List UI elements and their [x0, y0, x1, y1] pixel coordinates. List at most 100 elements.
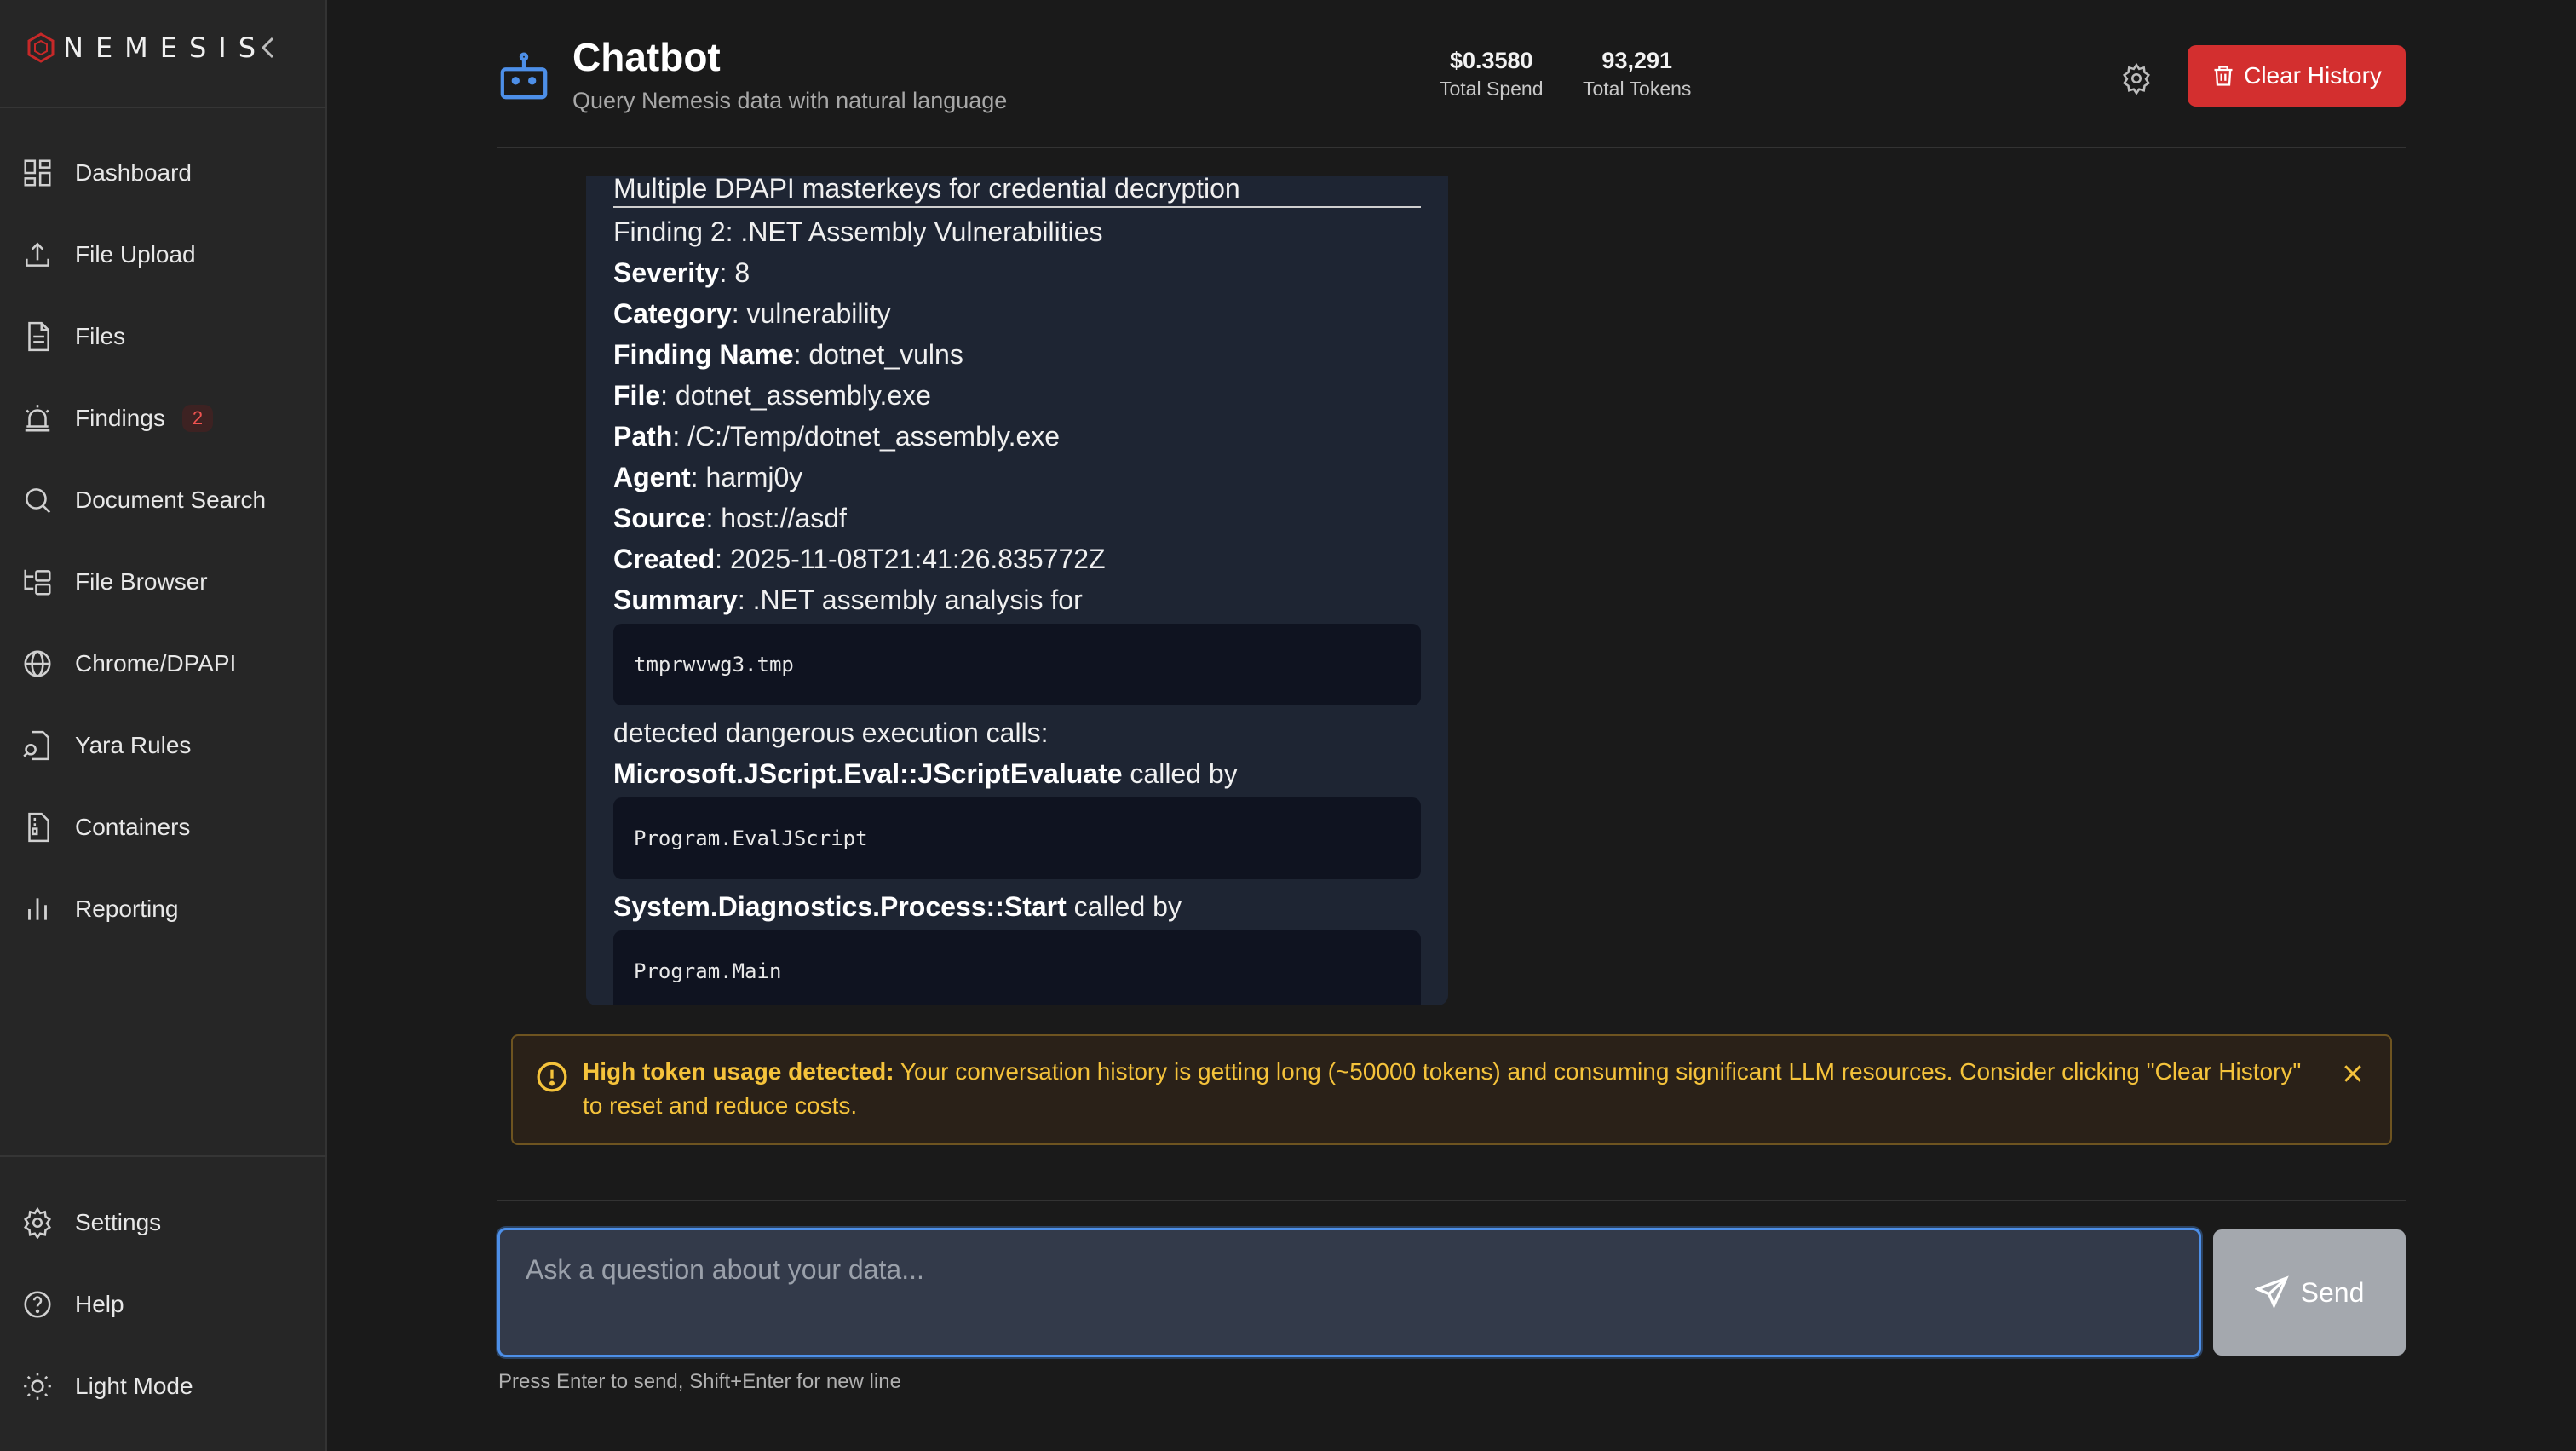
file-icon [20, 320, 55, 354]
sidebar-item-chrome-dpapi[interactable]: Chrome/DPAPI [0, 623, 327, 705]
field-finding-name: Finding Name: dotnet_vulns [613, 334, 1421, 375]
sidebar-item-label: Document Search [75, 487, 267, 513]
sidebar-item-file-browser[interactable]: File Browser [0, 541, 327, 623]
sidebar-item-label: File Upload [75, 241, 196, 268]
code-block: tmprwvwg3.tmp [613, 624, 1421, 705]
sidebar-item-dashboard[interactable]: Dashboard [0, 132, 327, 214]
chat-settings-button[interactable] [2116, 58, 2157, 99]
sidebar-item-label: Containers [75, 814, 191, 840]
warning-text: High token usage detected: Your conversa… [583, 1055, 2303, 1123]
total-spend-value: $0.3580 [1449, 48, 1533, 73]
file-archive-icon [20, 810, 55, 844]
send-button[interactable]: Send [2213, 1229, 2406, 1356]
brand-logo[interactable]: NEMESIS [24, 26, 279, 70]
field-key: Category [613, 298, 732, 329]
send-icon [2254, 1275, 2289, 1310]
sidebar-item-findings[interactable]: Findings 2 [0, 377, 327, 459]
globe-icon [20, 647, 55, 681]
sidebar-item-light-mode[interactable]: Light Mode [0, 1345, 327, 1427]
field-key: Agent [613, 462, 691, 492]
field-file: File: dotnet_assembly.exe [613, 375, 1421, 416]
findings-count-badge: 2 [181, 405, 214, 432]
close-icon [2344, 1065, 2361, 1082]
field-key: Source [613, 503, 706, 533]
chat-input[interactable] [497, 1228, 2201, 1357]
input-hint: Press Enter to send, Shift+Enter for new… [498, 1370, 901, 1393]
field-severity: Severity: 8 [613, 252, 1421, 293]
field-value: : harmj0y [690, 462, 803, 492]
sidebar-item-yara-rules[interactable]: Yara Rules [0, 705, 327, 786]
app-root: NEMESIS Dashboard File Upload Files Find… [0, 0, 2576, 1451]
sidebar-divider [0, 107, 327, 108]
field-key: Severity [613, 257, 720, 288]
field-value: : vulnerability [731, 298, 891, 329]
brand-name: NEMESIS [63, 32, 268, 64]
field-path: Path: /C:/Temp/dotnet_assembly.exe [613, 416, 1421, 457]
sidebar-item-help[interactable]: Help [0, 1264, 327, 1345]
sidebar-item-label: Chrome/DPAPI [75, 650, 237, 677]
dangerous-call: System.Diagnostics.Process::Start called… [613, 886, 1421, 927]
upload-icon [20, 238, 55, 272]
search-icon [20, 483, 55, 517]
call-suffix: called by [1122, 758, 1238, 789]
page-title: Chatbot [572, 35, 721, 79]
total-tokens-value: 93,291 [1601, 48, 1673, 73]
message-text: Multiple DPAPI masterkeys for credential… [613, 176, 1421, 208]
dismiss-warning-button[interactable] [2334, 1055, 2372, 1092]
page-subtitle: Query Nemesis data with natural language [572, 88, 1008, 113]
field-category: Category: vulnerability [613, 293, 1421, 334]
sidebar-item-label: Dashboard [75, 159, 192, 186]
collapse-sidebar-button[interactable] [256, 32, 281, 63]
sidebar-item-label: Yara Rules [75, 732, 192, 758]
sidebar-item-file-upload[interactable]: File Upload [0, 214, 327, 296]
message-content: Multiple DPAPI masterkeys for credential… [613, 176, 1421, 1005]
total-tokens-stat: 93,291 Total Tokens [1583, 48, 1691, 101]
field-key: Finding Name [613, 339, 794, 370]
sidebar-item-label: File Browser [75, 568, 208, 595]
assistant-message: Multiple DPAPI masterkeys for credential… [586, 176, 1448, 1005]
field-created: Created: 2025-11-08T21:41:26.835772Z [613, 538, 1421, 579]
field-key: Summary [613, 584, 738, 615]
field-key: Created [613, 544, 716, 574]
input-divider [497, 1200, 2406, 1201]
field-summary: Summary: .NET assembly analysis for [613, 579, 1421, 620]
field-key: Path [613, 421, 673, 452]
sidebar-item-document-search[interactable]: Document Search [0, 459, 327, 541]
sidebar-item-label: Light Mode [75, 1373, 193, 1399]
send-label: Send [2300, 1276, 2365, 1308]
token-usage-warning: High token usage detected: Your conversa… [511, 1034, 2392, 1145]
gear-icon [2122, 62, 2151, 95]
field-value: : dotnet_assembly.exe [660, 380, 931, 411]
trash-icon [2214, 66, 2233, 86]
folder-tree-icon [20, 565, 55, 599]
clear-history-button[interactable]: Clear History [2188, 45, 2406, 107]
dangerous-call: Microsoft.JScript.Eval::JScriptEvaluate … [613, 753, 1421, 794]
dashboard-icon [20, 156, 55, 190]
chevron-left-icon [261, 37, 274, 59]
field-agent: Agent: harmj0y [613, 457, 1421, 498]
nemesis-logo-icon [27, 32, 55, 63]
sun-icon [20, 1369, 55, 1403]
code-block: Program.EvalJScript [613, 797, 1421, 879]
alarm-icon [20, 401, 55, 435]
field-value: : /C:/Temp/dotnet_assembly.exe [672, 421, 1061, 452]
sidebar-item-containers[interactable]: Containers [0, 786, 327, 868]
file-search-icon [20, 728, 55, 763]
finding-title: Finding 2: .NET Assembly Vulnerabilities [613, 216, 1103, 247]
sidebar-item-label: Settings [75, 1209, 162, 1235]
sidebar-divider [0, 1155, 327, 1157]
help-circle-icon [20, 1287, 55, 1321]
field-key: File [613, 380, 661, 411]
sidebar-item-reporting[interactable]: Reporting [0, 868, 327, 950]
bar-chart-icon [20, 892, 55, 926]
warning-title: High token usage detected: [583, 1058, 894, 1085]
field-value: : 2025-11-08T21:41:26.835772Z [715, 544, 1106, 574]
sidebar-item-label: Files [75, 323, 126, 349]
field-value: : host://asdf [705, 503, 847, 533]
call-name: System.Diagnostics.Process::Start [613, 891, 1067, 922]
gear-icon [20, 1206, 55, 1240]
clear-history-label: Clear History [2244, 62, 2382, 89]
sidebar-item-settings[interactable]: Settings [0, 1182, 327, 1264]
sidebar-item-files[interactable]: Files [0, 296, 327, 377]
sidebar-item-label: Help [75, 1291, 124, 1317]
